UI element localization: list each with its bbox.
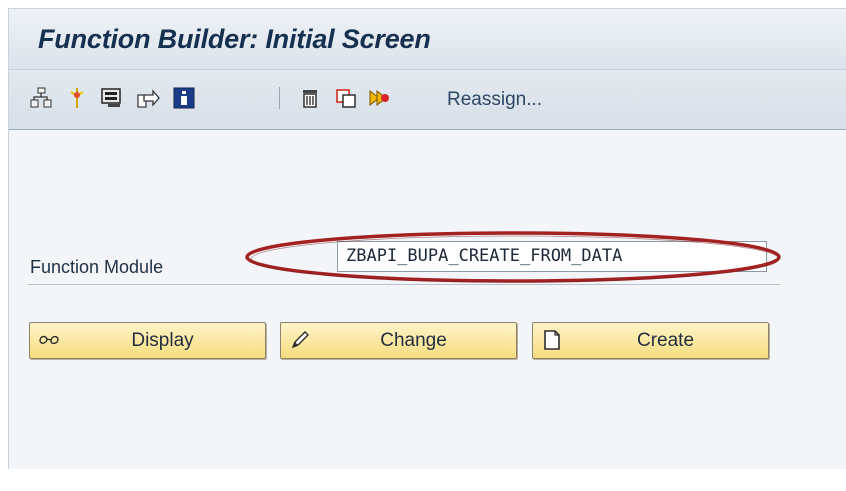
- new-document-icon: [544, 330, 560, 350]
- function-module-input[interactable]: ZBAPI_BUPA_CREATE_FROM_DATA: [337, 241, 767, 272]
- create-button[interactable]: Create: [532, 322, 769, 359]
- create-button-label: Create: [636, 330, 695, 351]
- title-bar: Function Builder: Initial Screen: [9, 9, 846, 70]
- rename-icon[interactable]: [368, 86, 392, 110]
- function-module-label: Function Module: [30, 257, 164, 277]
- reassign-button[interactable]: Reassign...: [447, 89, 542, 111]
- where-used-icon[interactable]: [65, 86, 89, 110]
- pencil-icon: [291, 331, 309, 349]
- page-title: Function Builder: Initial Screen: [38, 24, 431, 54]
- delete-icon[interactable]: [298, 86, 322, 110]
- glasses-icon: [39, 335, 59, 345]
- info-icon[interactable]: [172, 86, 196, 110]
- display-button-label: Display: [131, 330, 194, 351]
- copy-object-icon[interactable]: [334, 86, 358, 110]
- application-toolbar: Reassign...: [9, 70, 846, 130]
- main-content: Function Module ZBAPI_BUPA_CREATE_FROM_D…: [9, 130, 846, 469]
- sap-window: Function Builder: Initial Screen Reassig…: [8, 8, 846, 469]
- change-button[interactable]: Change: [280, 322, 517, 359]
- field-divider: [28, 284, 780, 285]
- object-tree-icon[interactable]: [29, 86, 53, 110]
- display-button[interactable]: Display: [29, 322, 266, 359]
- change-button-label: Change: [380, 330, 447, 351]
- copy-icon[interactable]: [136, 86, 160, 110]
- test-icon[interactable]: [100, 86, 124, 110]
- toolbar-separator: [279, 87, 280, 109]
